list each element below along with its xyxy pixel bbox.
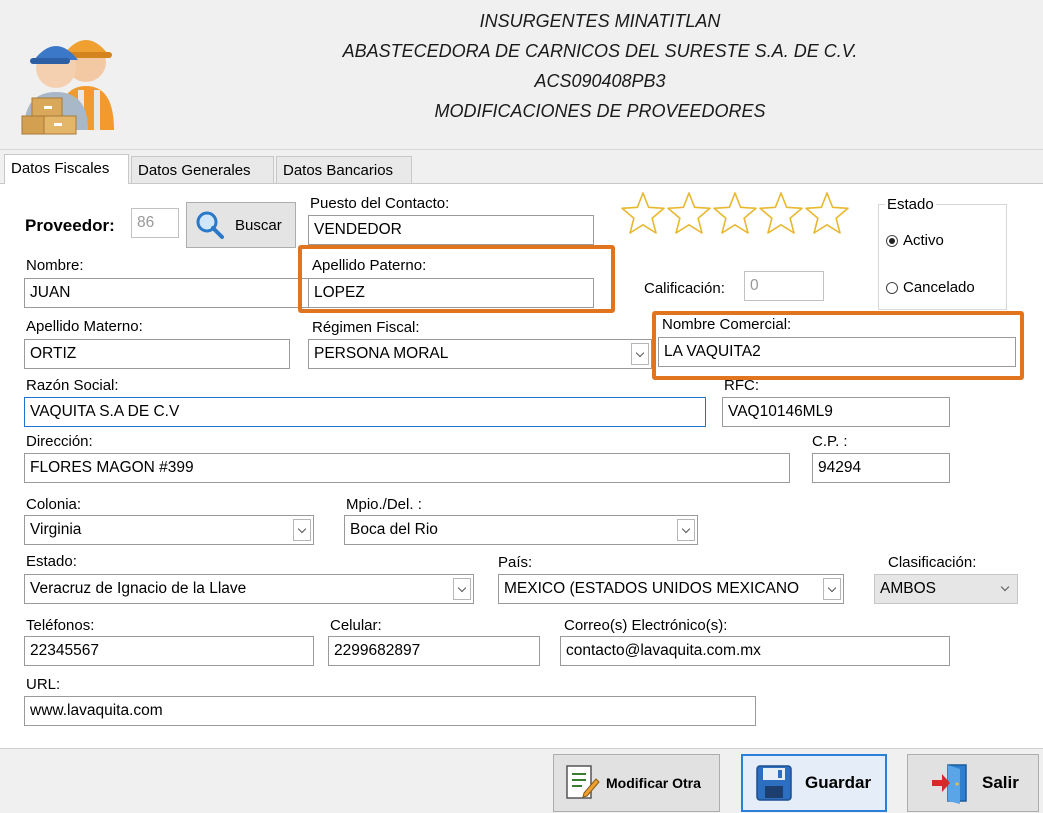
header: INSURGENTES MINATITLAN ABASTECEDORA DE C… [0, 0, 1043, 150]
star-icon [805, 192, 849, 234]
mpio-label: Mpio./Del. : [346, 496, 422, 513]
apellido-materno-label: Apellido Materno: [26, 318, 143, 335]
estado-select[interactable]: Veracruz de Ignacio de la Llave [24, 574, 474, 604]
modificar-otra-label: Modificar Otra [606, 775, 701, 791]
razon-social-label: Razón Social: [26, 377, 119, 394]
rating-stars[interactable] [620, 190, 855, 240]
exit-door-icon [932, 764, 967, 804]
puesto-label: Puesto del Contacto: [310, 195, 450, 212]
url-label: URL: [26, 676, 61, 693]
modificar-otra-button[interactable]: Modificar Otra [553, 754, 720, 812]
pais-value: MEXICO (ESTADOS UNIDOS MEXICANO [504, 580, 800, 597]
regimen-label: Régimen Fiscal: [312, 319, 420, 336]
chevron-down-icon[interactable] [997, 578, 1015, 600]
rfc-field[interactable]: VAQ10146ML9 [722, 397, 950, 427]
radio-selected-icon [886, 234, 898, 247]
nombre-field[interactable]: JUAN [24, 278, 314, 308]
telefonos-label: Teléfonos: [26, 617, 95, 634]
tab-datos-generales[interactable]: Datos Generales [131, 156, 274, 184]
star-icon [667, 192, 711, 234]
company-name: ABASTECEDORA DE CARNICOS DEL SURESTE S.A… [342, 41, 858, 61]
search-icon [196, 211, 224, 239]
estado-value: Veracruz de Ignacio de la Llave [30, 580, 247, 597]
salir-button[interactable]: Salir [907, 754, 1039, 812]
tab-datos-fiscales[interactable]: Datos Fiscales [4, 154, 129, 184]
branch-name: INSURGENTES MINATITLAN [479, 11, 721, 31]
chevron-down-icon[interactable] [453, 578, 471, 600]
salir-label: Salir [982, 773, 1019, 792]
proveedor-id-field[interactable]: 86 [131, 208, 179, 238]
celular-field[interactable]: 2299682897 [328, 636, 540, 666]
rfc-label: RFC: [724, 377, 759, 394]
url-field[interactable]: www.lavaquita.com [24, 696, 756, 726]
clasificacion-value: AMBOS [880, 580, 936, 597]
radio-cancelado[interactable]: Cancelado [886, 279, 975, 296]
pais-select[interactable]: MEXICO (ESTADOS UNIDOS MEXICANO [498, 574, 844, 604]
direccion-label: Dirección: [26, 433, 93, 450]
highlight-apellido-paterno [298, 245, 615, 313]
apellido-materno-field[interactable]: ORTIZ [24, 339, 290, 369]
direccion-field[interactable]: FLORES MAGON #399 [24, 453, 790, 483]
clasificacion-label: Clasificación: [888, 554, 977, 571]
highlight-nombre-comercial [652, 311, 1024, 380]
proveedor-label: Proveedor: [25, 216, 115, 235]
pais-label: País: [498, 554, 533, 571]
edit-document-icon [566, 765, 600, 799]
star-icon [759, 192, 803, 234]
mpio-value: Boca del Rio [350, 521, 438, 538]
regimen-value: PERSONA MORAL [314, 345, 449, 362]
save-disk-icon [756, 765, 792, 801]
estado-group-title: Estado [885, 196, 936, 213]
radio-unselected-icon [886, 281, 898, 294]
colonia-label: Colonia: [26, 496, 82, 513]
telefonos-field[interactable]: 22345567 [24, 636, 314, 666]
mpio-select[interactable]: Boca del Rio [344, 515, 698, 545]
star-icon [621, 192, 665, 234]
radio-activo[interactable]: Activo [886, 232, 944, 249]
screen-title: MODIFICACIONES DE PROVEEDORES [434, 101, 766, 121]
header-titles: INSURGENTES MINATITLAN ABASTECEDORA DE C… [300, 6, 900, 126]
calificacion-label: Calificación: [644, 280, 725, 297]
cp-field[interactable]: 94294 [812, 453, 950, 483]
colonia-value: Virginia [30, 521, 82, 538]
puesto-field[interactable]: VENDEDOR [308, 215, 594, 245]
star-icon [713, 192, 757, 234]
buscar-button[interactable]: Buscar [186, 202, 296, 248]
regimen-select[interactable]: PERSONA MORAL [308, 339, 652, 369]
company-rfc: ACS090408PB3 [534, 71, 666, 91]
chevron-down-icon[interactable] [293, 519, 311, 541]
calificacion-field[interactable]: 0 [744, 271, 824, 301]
guardar-label: Guardar [805, 773, 872, 792]
tab-datos-bancarios[interactable]: Datos Bancarios [276, 156, 412, 184]
suppliers-logo-icon [21, 40, 114, 135]
estado-label: Estado: [26, 553, 77, 570]
radio-activo-label: Activo [903, 232, 944, 249]
chevron-down-icon[interactable] [631, 343, 649, 365]
radio-cancelado-label: Cancelado [903, 279, 975, 296]
guardar-button[interactable]: Guardar [741, 754, 887, 812]
cp-label: C.P. : [812, 433, 848, 450]
celular-label: Celular: [330, 617, 382, 634]
chevron-down-icon[interactable] [823, 578, 841, 600]
colonia-select[interactable]: Virginia [24, 515, 314, 545]
correo-field[interactable]: contacto@lavaquita.com.mx [560, 636, 950, 666]
clasificacion-select[interactable]: AMBOS [874, 574, 1018, 604]
correo-label: Correo(s) Electrónico(s): [564, 617, 728, 634]
buscar-label: Buscar [235, 217, 282, 234]
chevron-down-icon[interactable] [677, 519, 695, 541]
nombre-label: Nombre: [26, 257, 84, 274]
razon-social-field[interactable]: VAQUITA S.A DE C.V [24, 397, 706, 427]
